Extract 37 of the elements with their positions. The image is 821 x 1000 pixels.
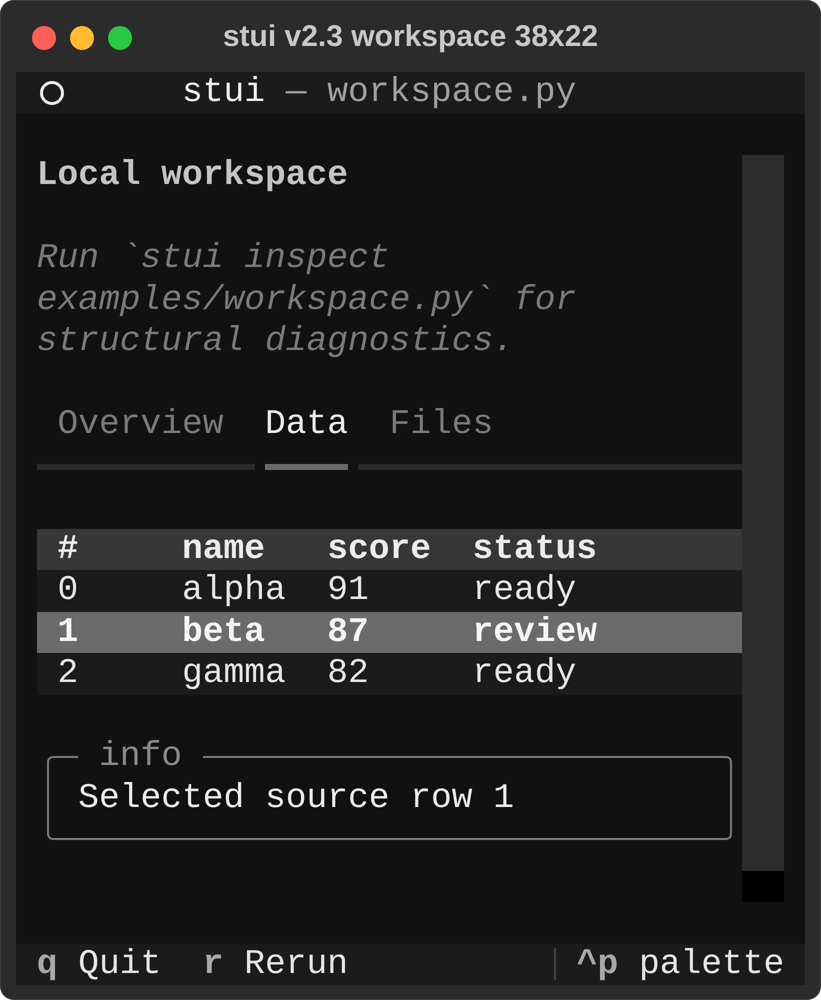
hint-text: Run `stui inspect examples/workspace.py` for structural diagnostics. xyxy=(36,238,578,362)
tab[interactable]: Data xyxy=(244,404,369,446)
table-row[interactable]: 2 gamma 82 ready xyxy=(36,653,742,694)
scrollbar-thumb[interactable] xyxy=(742,871,784,902)
table-cell-text: 1 xyxy=(56,612,80,653)
table-cell-text: alpha xyxy=(181,570,287,612)
minimize-icon[interactable] xyxy=(70,26,94,50)
ring-icon xyxy=(40,80,64,105)
key-binding[interactable]: r Rerun xyxy=(182,944,369,985)
column-header: score xyxy=(326,528,432,570)
window-title: stui v2.3 workspace 38x22 xyxy=(222,19,598,55)
column-header: status xyxy=(472,528,598,570)
table-cell-text: ready xyxy=(472,570,578,612)
table-cell-text: 2 xyxy=(56,653,80,694)
table-cell-text: 0 xyxy=(56,570,80,612)
tab[interactable]: Overview xyxy=(36,404,244,446)
panel-title: info xyxy=(98,736,184,778)
table-cell-text: ready xyxy=(472,653,578,694)
tab[interactable]: Files xyxy=(368,404,514,446)
close-icon[interactable] xyxy=(32,26,56,50)
column-header: # xyxy=(56,528,80,570)
table-row[interactable]: 0 alpha 91 ready xyxy=(36,570,742,612)
section-heading: Local workspace xyxy=(36,155,350,196)
table-row[interactable]: 1 beta 87 review xyxy=(36,612,742,653)
maximize-icon[interactable] xyxy=(108,26,132,50)
table-cell-text: 87 xyxy=(326,612,370,653)
key-binding[interactable]: ^p palette xyxy=(556,944,805,985)
column-header: name xyxy=(181,528,266,570)
table-cell-text: 91 xyxy=(326,570,370,612)
table-cell-text: 82 xyxy=(326,653,370,694)
key-binding[interactable]: q Quit xyxy=(16,944,182,985)
table-cell-text: gamma xyxy=(181,653,287,694)
panel-text: Selected source row 1 xyxy=(78,778,516,819)
app-title: stui — workspace.py xyxy=(182,72,576,114)
scrollbar[interactable] xyxy=(742,155,784,902)
table-cell-text: beta xyxy=(181,612,266,653)
table-cell-text: review xyxy=(472,612,598,653)
